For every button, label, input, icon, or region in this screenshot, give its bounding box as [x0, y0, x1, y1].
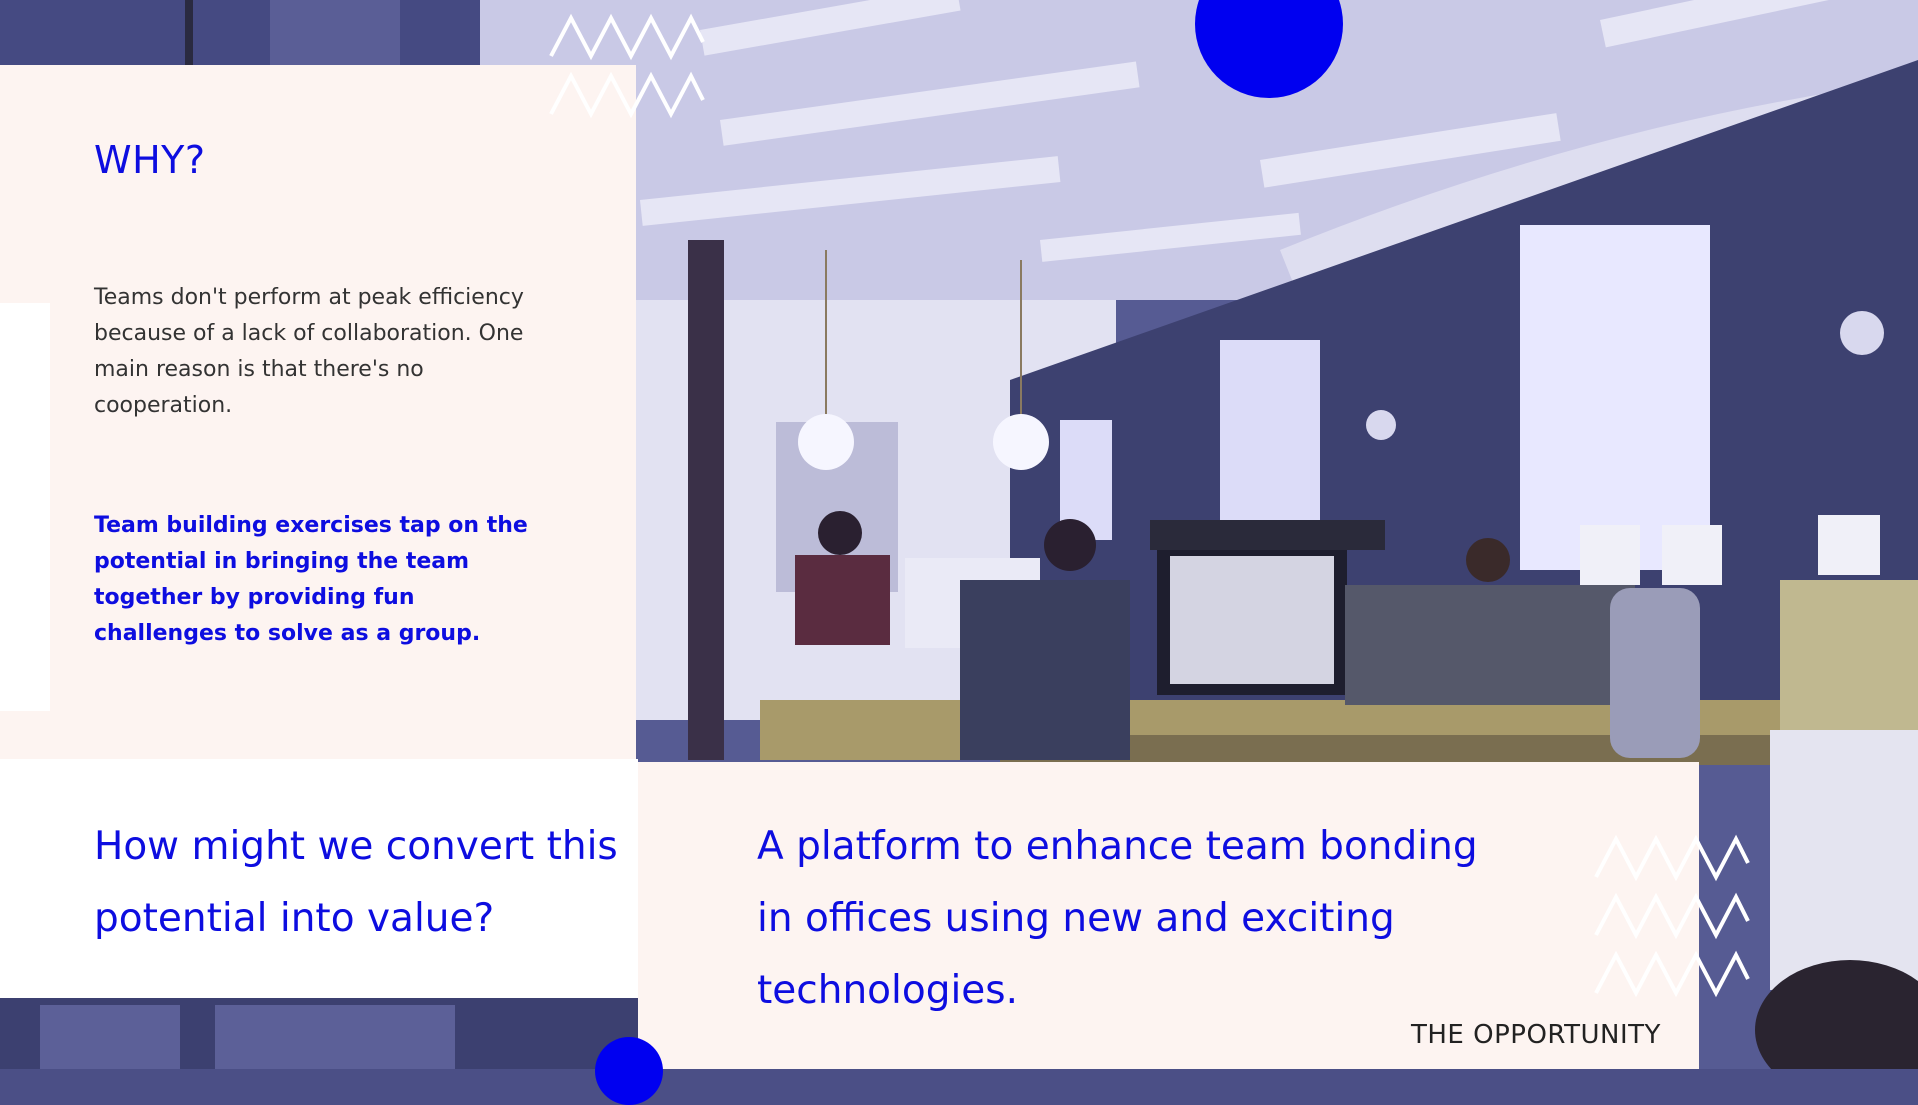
left-accent-strip [0, 303, 50, 711]
why-body-text: Teams don't perform at peak efficiency b… [94, 285, 524, 418]
accent-circle-bottom [595, 1037, 663, 1105]
zigzag-pattern-bottom-icon [1594, 834, 1750, 998]
section-label: THE OPPORTUNITY [1411, 1020, 1661, 1050]
question-text: How might we convert this potential into… [94, 824, 618, 941]
zigzag-pattern-top-icon [549, 13, 705, 119]
why-heading: WHY? [94, 138, 206, 182]
answer-text: A platform to enhance team bonding in of… [757, 824, 1478, 1013]
why-highlight-text: Team building exercises tap on the poten… [94, 513, 528, 646]
